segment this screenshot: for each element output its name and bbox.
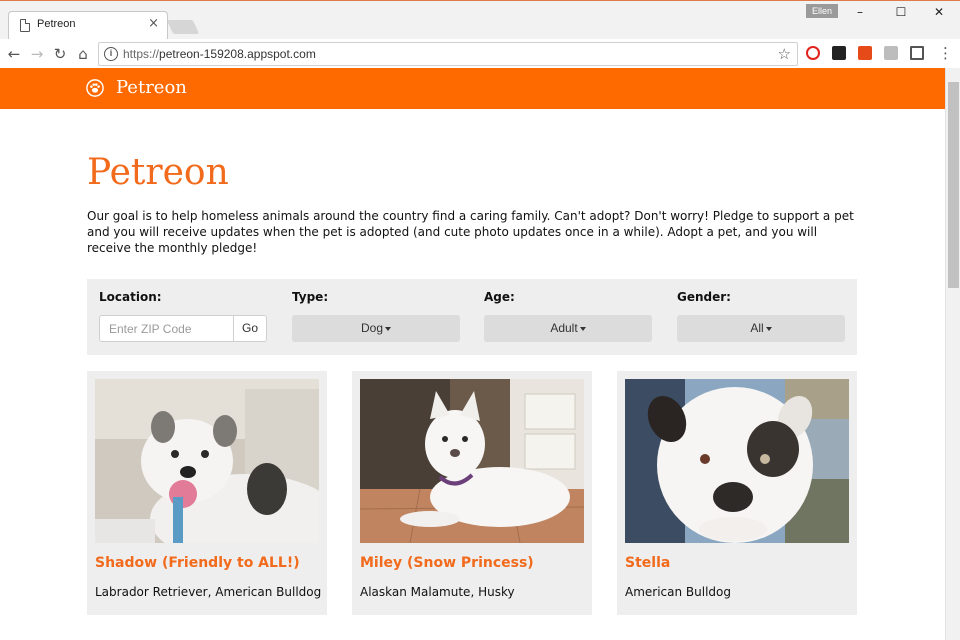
caret-down-icon [385, 326, 391, 331]
type-dropdown-value: Dog [360, 321, 383, 335]
profile-badge[interactable]: Ellen [806, 4, 838, 18]
pet-breed: American Bulldog [625, 585, 732, 599]
maximize-button[interactable]: ☐ [881, 3, 921, 21]
tab-close-icon[interactable]: × [148, 16, 159, 31]
pet-breed: Alaskan Malamute, Husky [360, 585, 515, 599]
pet-name[interactable]: Stella [625, 555, 670, 571]
pet-photo[interactable] [95, 379, 319, 543]
browser-toolbar: ← → ↻ ⌂ i https://petreon-159208.appspot… [0, 39, 960, 69]
gender-dropdown-value: All [750, 321, 764, 335]
type-label: Type: [292, 290, 329, 304]
tab-title: Petreon [37, 18, 76, 30]
vertical-scrollbar[interactable] [945, 68, 960, 640]
age-filter: Age: Adult [484, 279, 654, 355]
pet-card[interactable]: Miley (Snow Princess) Alaskan Malamute, … [352, 371, 592, 615]
caret-down-icon [579, 326, 586, 331]
new-tab-button[interactable] [166, 20, 200, 34]
scrollbar-thumb[interactable] [948, 82, 959, 288]
filter-panel: Location: Go Type: Dog Age: Adult Gender… [87, 279, 857, 355]
site-navbar: Petreon [0, 68, 945, 109]
pet-card[interactable]: Shadow (Friendly to ALL!) Labrador Retri… [87, 371, 327, 615]
pet-photo[interactable] [625, 379, 849, 543]
pet-name[interactable]: Miley (Snow Princess) [360, 555, 534, 571]
gender-dropdown[interactable]: All [677, 315, 845, 342]
browser-tab[interactable]: Petreon × [8, 11, 168, 39]
age-label: Age: [484, 290, 515, 304]
close-window-button[interactable]: ✕ [919, 3, 959, 21]
gender-filter: Gender: All [677, 279, 847, 355]
type-dropdown[interactable]: Dog [292, 315, 460, 342]
office-extension-icon[interactable] [858, 46, 872, 60]
page-icon [20, 19, 30, 32]
zip-code-input[interactable] [99, 315, 234, 342]
home-button[interactable]: ⌂ [72, 43, 94, 65]
browser-chrome: Petreon × Ellen – ☐ ✕ ← → ↻ ⌂ i https://… [0, 0, 960, 69]
pet-photo[interactable] [360, 379, 584, 543]
age-dropdown-value: Adult [550, 321, 578, 335]
intro-text: Our goal is to help homeless animals aro… [87, 209, 854, 255]
pet-card[interactable]: Stella American Bulldog [617, 371, 857, 615]
pet-breed: Labrador Retriever, American Bulldog [95, 585, 322, 599]
back-button[interactable]: ← [3, 43, 25, 65]
site-brand[interactable]: Petreon [116, 77, 187, 98]
kanji-extension-icon[interactable] [884, 46, 898, 60]
pet-card-grid: Shadow (Friendly to ALL!) Labrador Retri… [87, 371, 857, 621]
jd-extension-icon[interactable] [832, 46, 846, 60]
caret-down-icon [765, 326, 772, 331]
age-dropdown[interactable]: Adult [484, 315, 652, 342]
url-text[interactable]: https://petreon-159208.appspot.com [123, 47, 316, 61]
reload-button[interactable]: ↻ [49, 43, 71, 65]
location-filter: Location: Go [99, 279, 269, 355]
opera-extension-icon[interactable] [806, 46, 820, 60]
minimize-button[interactable]: – [840, 3, 880, 21]
forward-button[interactable]: → [26, 43, 48, 65]
location-label: Location: [99, 290, 162, 304]
site-info-icon[interactable]: i [104, 47, 118, 61]
type-filter: Type: Dog [292, 279, 462, 355]
gender-label: Gender: [677, 290, 731, 304]
tab-strip: Petreon × Ellen – ☐ ✕ [0, 1, 960, 39]
browser-menu-icon[interactable]: ⋮ [938, 44, 953, 62]
page-viewport: Petreon Petreon Our goal is to help home… [0, 68, 945, 640]
cast-icon[interactable] [910, 46, 924, 60]
address-bar[interactable]: i https://petreon-159208.appspot.com ☆ [98, 42, 798, 66]
page-title: Petreon [87, 152, 229, 193]
go-button[interactable]: Go [233, 315, 267, 342]
pet-name[interactable]: Shadow (Friendly to ALL!) [95, 555, 300, 571]
bookmark-star-icon[interactable]: ☆ [778, 45, 791, 63]
paw-icon [86, 79, 104, 97]
